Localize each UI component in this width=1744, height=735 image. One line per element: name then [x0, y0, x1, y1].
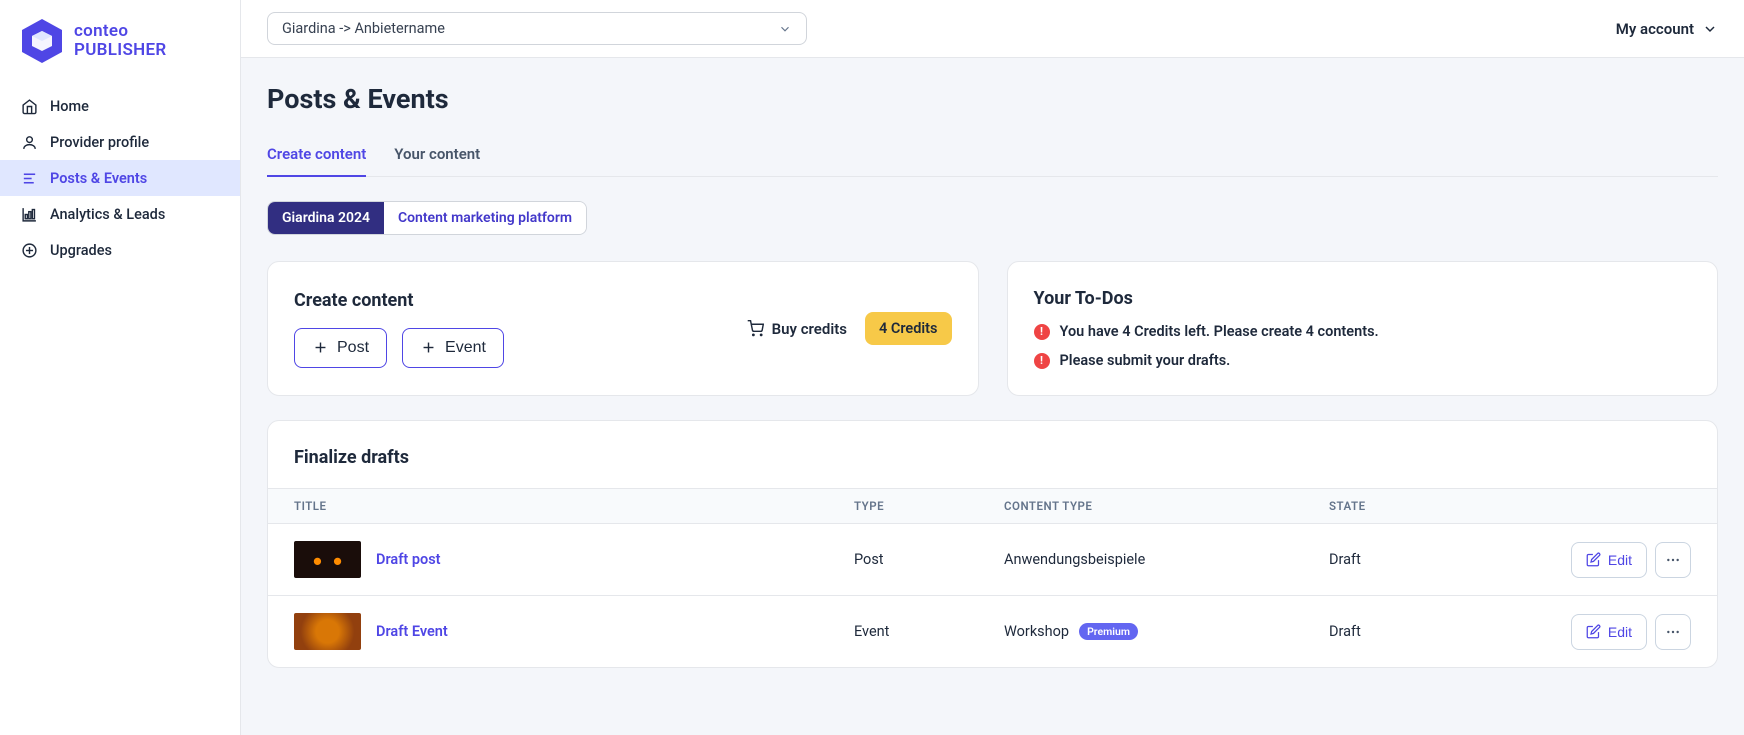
edit-icon [1586, 552, 1601, 567]
tab-create-content[interactable]: Create content [267, 145, 366, 177]
plus-icon [420, 339, 437, 356]
context-pills: Giardina 2024 Content marketing platform [267, 201, 587, 235]
finalize-drafts-title: Finalize drafts [268, 421, 1717, 488]
cell-content-type: Anwendungsbeispiele [1004, 551, 1329, 568]
cart-icon [747, 320, 764, 337]
finalize-drafts-card: Finalize drafts TITLE TYPE CONTENT TYPE … [267, 420, 1718, 668]
nav-posts-events[interactable]: Posts & Events [0, 160, 240, 196]
col-type: TYPE [854, 499, 1004, 513]
nav: Home Provider profile Posts & Events Ana… [0, 82, 240, 268]
sidebar: conteo PUBLISHER Home Provider profile [0, 0, 241, 735]
premium-badge: Premium [1079, 623, 1138, 640]
draft-thumbnail [294, 613, 361, 650]
org-selector[interactable]: Giardina -> Anbietername [267, 12, 807, 45]
more-button[interactable] [1655, 614, 1691, 650]
todos-title: Your To-Dos [1034, 288, 1692, 309]
my-account-menu[interactable]: My account [1616, 20, 1718, 38]
create-content-card: Create content Post Event [267, 261, 979, 396]
main: Giardina -> Anbietername My account Post… [241, 0, 1744, 735]
nav-provider-profile[interactable]: Provider profile [0, 124, 240, 160]
page-title: Posts & Events [267, 83, 1718, 115]
list-icon [20, 169, 38, 187]
chevron-down-icon [778, 22, 792, 36]
cell-type: Event [854, 623, 1004, 640]
edit-icon [1586, 624, 1601, 639]
table-row: Draft Event Event Workshop Premium Draft… [268, 596, 1717, 667]
chevron-down-icon [1702, 21, 1718, 37]
cell-state: Draft [1329, 551, 1571, 568]
brand-text: conteo PUBLISHER [74, 22, 166, 59]
todo-item: ! You have 4 Credits left. Please create… [1034, 323, 1692, 340]
home-icon [20, 97, 38, 115]
user-icon [20, 133, 38, 151]
logo-cube-icon [20, 19, 64, 63]
more-icon [1665, 552, 1681, 568]
chart-icon [20, 205, 38, 223]
todos-card: Your To-Dos ! You have 4 Credits left. P… [1007, 261, 1719, 396]
cell-content-type: Workshop Premium [1004, 623, 1329, 640]
table-row: Draft post Post Anwendungsbeispiele Draf… [268, 524, 1717, 596]
cell-state: Draft [1329, 623, 1571, 640]
nav-analytics[interactable]: Analytics & Leads [0, 196, 240, 232]
more-icon [1665, 624, 1681, 640]
content-area: Posts & Events Create content Your conte… [241, 58, 1744, 735]
nav-home[interactable]: Home [0, 88, 240, 124]
edit-button[interactable]: Edit [1571, 542, 1647, 578]
credits-badge: 4 Credits [865, 312, 952, 345]
draft-thumbnail [294, 541, 361, 578]
buy-credits-link[interactable]: Buy credits [747, 320, 847, 338]
col-content-type: CONTENT TYPE [1004, 499, 1329, 513]
table-header: TITLE TYPE CONTENT TYPE STATE [268, 488, 1717, 524]
col-title: TITLE [294, 499, 854, 513]
topbar: Giardina -> Anbietername My account [241, 0, 1744, 58]
cell-type: Post [854, 551, 1004, 568]
plus-icon [312, 339, 329, 356]
upgrade-icon [20, 241, 38, 259]
create-event-button[interactable]: Event [402, 328, 504, 368]
edit-button[interactable]: Edit [1571, 614, 1647, 650]
more-button[interactable] [1655, 542, 1691, 578]
col-state: STATE [1329, 499, 1571, 513]
create-post-button[interactable]: Post [294, 328, 387, 368]
alert-icon: ! [1034, 353, 1050, 369]
draft-title-link[interactable]: Draft Event [376, 623, 448, 640]
tabs: Create content Your content [267, 145, 1718, 177]
nav-upgrades[interactable]: Upgrades [0, 232, 240, 268]
alert-icon: ! [1034, 324, 1050, 340]
tab-your-content[interactable]: Your content [394, 145, 480, 177]
create-content-title: Create content [294, 290, 504, 311]
todo-item: ! Please submit your drafts. [1034, 352, 1692, 369]
pill-content-marketing-platform[interactable]: Content marketing platform [384, 202, 586, 234]
brand-logo: conteo PUBLISHER [0, 0, 240, 82]
pill-giardina-2024[interactable]: Giardina 2024 [268, 202, 384, 234]
draft-title-link[interactable]: Draft post [376, 551, 441, 568]
